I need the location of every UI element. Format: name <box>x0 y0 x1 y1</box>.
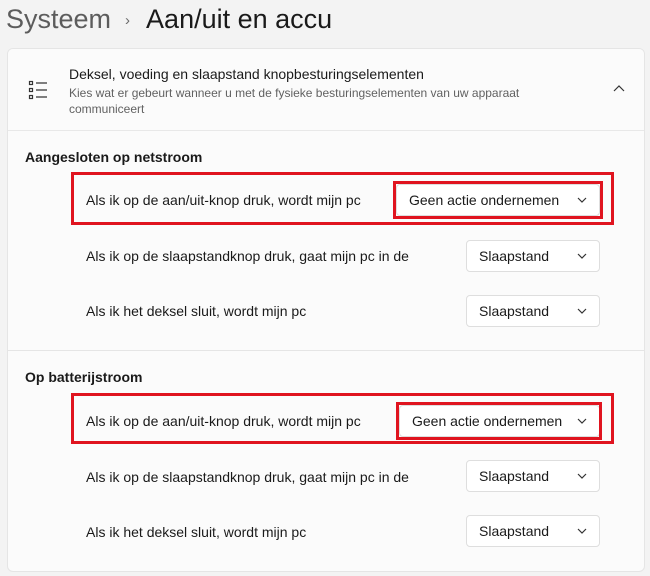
chevron-down-icon <box>577 473 587 479</box>
chevron-up-icon[interactable] <box>612 81 626 95</box>
chevron-down-icon <box>577 253 587 259</box>
expander-header[interactable]: Deksel, voeding en slaapstand knopbestur… <box>8 49 644 131</box>
expander-description: Kies wat er gebeurt wanneer u met de fys… <box>69 86 520 116</box>
highlight-box <box>393 181 603 219</box>
breadcrumb: Systeem › Aan/uit en accu <box>6 0 332 38</box>
plugged-in-sleep-button-label: Als ik op de slaapstandknop druk, gaat m… <box>86 248 409 264</box>
dropdown-value: Slaapstand <box>479 303 550 319</box>
on-battery-sleep-button-label: Als ik op de slaapstandknop druk, gaat m… <box>86 469 409 485</box>
breadcrumb-parent-systeem[interactable]: Systeem <box>6 4 111 35</box>
chevron-down-icon <box>577 528 587 534</box>
dropdown-value: Slaapstand <box>479 523 550 539</box>
highlight-box <box>396 402 602 440</box>
on-battery-sleep-button-dropdown[interactable]: Slaapstand <box>466 460 600 492</box>
plugged-in-lid-close-label: Als ik het deksel sluit, wordt mijn pc <box>86 303 307 319</box>
on-battery-lid-close-label: Als ik het deksel sluit, wordt mijn pc <box>86 524 307 540</box>
plugged-in-sleep-button-dropdown[interactable]: Slaapstand <box>466 240 600 272</box>
power-buttons-settings-panel: Deksel, voeding en slaapstand knopbestur… <box>7 48 645 572</box>
dropdown-value: Slaapstand <box>479 248 550 264</box>
section-title-on-battery: Op batterijstroom <box>25 369 143 385</box>
section-title-plugged-in: Aangesloten op netstroom <box>25 149 203 165</box>
chevron-right-icon: › <box>125 11 131 29</box>
dropdown-value: Slaapstand <box>479 468 550 484</box>
chevron-down-icon <box>577 308 587 314</box>
list-settings-icon <box>28 80 47 100</box>
on-battery-lid-close-dropdown[interactable]: Slaapstand <box>466 515 600 547</box>
plugged-in-lid-close-dropdown[interactable]: Slaapstand <box>466 295 600 327</box>
section-divider <box>8 350 644 351</box>
expander-title: Deksel, voeding en slaapstand knopbestur… <box>69 66 424 82</box>
page-title: Aan/uit en accu <box>146 3 333 34</box>
